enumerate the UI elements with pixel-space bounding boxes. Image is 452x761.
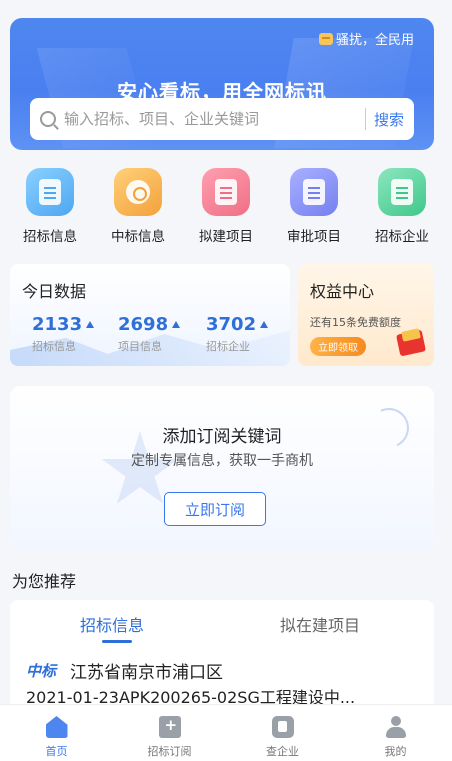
tabbar-item-me[interactable]: 我的 xyxy=(339,705,452,761)
stat-value: 3702 xyxy=(206,314,257,335)
app-page: 骚扰，全民用 安心看标，用全网标讯 搜索 招标信息 中标信息 拟建项目 审批项目 xyxy=(0,0,452,761)
arrow-up-icon xyxy=(86,321,95,328)
tabbar-item-subscribe[interactable]: 招标订阅 xyxy=(113,705,226,761)
subscribe-card: 添加订阅关键词 定制专属信息，获取一手商机 立即订阅 xyxy=(10,386,434,552)
claim-button[interactable]: 立即领取 xyxy=(310,337,366,356)
home-icon xyxy=(45,716,68,738)
recommend-section-title: 为您推荐 xyxy=(12,572,77,591)
nav-label: 招标企业 xyxy=(375,229,429,245)
tag-icon xyxy=(318,32,333,45)
subscribe-title: 添加订阅关键词 xyxy=(162,427,282,447)
arrow-up-icon xyxy=(172,321,181,328)
subscribe-button[interactable]: 立即订阅 xyxy=(164,492,266,526)
stat-value: 2133 xyxy=(32,314,83,335)
search-button[interactable]: 搜索 xyxy=(374,109,404,130)
active-tab-indicator xyxy=(102,640,132,643)
search-input[interactable] xyxy=(64,110,357,128)
recommend-card: 招标信息 拟在建项目 中标 江苏省南京市浦口区 2021-01-23APK200… xyxy=(10,600,434,710)
bottom-tab-bar: 首页 招标订阅 查企业 我的 xyxy=(0,704,452,761)
card-icon xyxy=(290,168,338,216)
item-location: 江苏省南京市浦口区 xyxy=(70,663,223,683)
nav-item-approved-projects[interactable]: 审批项目 xyxy=(274,168,354,248)
user-icon xyxy=(385,716,407,738)
tabbar-item-company[interactable]: 查企业 xyxy=(226,705,339,761)
nav-item-proposed-projects[interactable]: 拟建项目 xyxy=(186,168,266,248)
company-icon xyxy=(271,716,294,738)
nav-item-bidding-companies[interactable]: 招标企业 xyxy=(362,168,442,248)
stats-title: 今日数据 xyxy=(22,282,87,301)
benefit-title: 权益中心 xyxy=(310,282,375,301)
search-divider xyxy=(364,108,366,130)
nav-label: 审批项目 xyxy=(287,229,341,245)
subscribe-icon xyxy=(158,716,181,738)
benefit-desc: 还有15条免费额度 xyxy=(310,316,401,329)
stat-projects: 2698 项目信息 xyxy=(118,314,181,354)
stat-companies: 3702 招标企业 xyxy=(206,314,269,354)
status-badge: 中标 xyxy=(26,662,57,680)
header-banner: 骚扰，全民用 安心看标，用全网标讯 搜索 xyxy=(10,18,434,150)
nav-label: 招标信息 xyxy=(23,229,77,245)
today-stats-card[interactable]: 今日数据 2133 招标信息 2698 项目信息 3702 招标企业 xyxy=(10,264,290,366)
tabbar-label: 查企业 xyxy=(266,745,299,758)
subscribe-desc: 定制专属信息，获取一手商机 xyxy=(131,453,313,469)
document-icon xyxy=(26,168,74,216)
stat-label: 招标信息 xyxy=(32,340,76,353)
stat-label: 项目信息 xyxy=(118,340,162,353)
search-icon xyxy=(40,111,56,127)
tab-upcoming-projects[interactable]: 拟在建项目 xyxy=(280,612,360,636)
tabbar-label: 首页 xyxy=(45,745,68,758)
search-bar[interactable]: 搜索 xyxy=(30,98,414,140)
target-icon xyxy=(114,168,162,216)
slogan-tag: 骚扰，全民用 xyxy=(318,29,414,48)
benefit-center-card[interactable]: 权益中心 还有15条免费额度 立即领取 xyxy=(298,264,434,366)
stat-value: 2698 xyxy=(118,314,169,335)
tabbar-item-home[interactable]: 首页 xyxy=(0,705,113,761)
gift-icon xyxy=(394,326,428,357)
mail-icon xyxy=(202,168,250,216)
tab-bidding-info[interactable]: 招标信息 xyxy=(80,612,144,636)
stat-bidding: 2133 招标信息 xyxy=(32,314,95,354)
building-icon xyxy=(378,168,426,216)
tabbar-label: 招标订阅 xyxy=(147,745,192,758)
nav-item-winning-info[interactable]: 中标信息 xyxy=(98,168,178,248)
arrow-up-icon xyxy=(260,321,269,328)
nav-label: 中标信息 xyxy=(111,229,165,245)
tabbar-label: 我的 xyxy=(384,745,407,758)
nav-label: 拟建项目 xyxy=(199,229,253,245)
stat-label: 招标企业 xyxy=(206,340,250,353)
slogan-tag-text: 骚扰，全民用 xyxy=(335,33,414,48)
quick-nav: 招标信息 中标信息 拟建项目 审批项目 招标企业 xyxy=(0,168,452,248)
nav-item-bidding-info[interactable]: 招标信息 xyxy=(10,168,90,248)
